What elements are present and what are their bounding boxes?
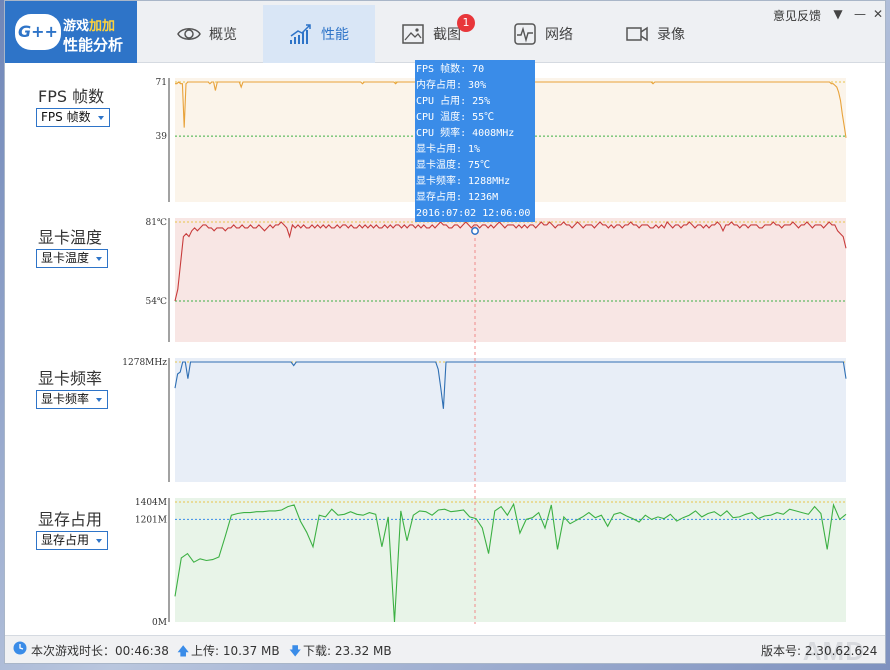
video-icon <box>626 26 648 42</box>
network-icon <box>514 23 536 45</box>
logo-title-b: 加加 <box>89 19 116 34</box>
tab-screenshot[interactable]: 截图 <box>375 5 487 63</box>
gpu-freq-plot-area <box>175 358 846 482</box>
tab-network[interactable]: 网络 <box>487 5 599 63</box>
tooltip-line: CPU 温度: 55℃ <box>416 112 495 123</box>
status-bar: 本次游戏时长：00:46:38 🡅 上传: 10.37 MB 🡇 下载: 23.… <box>5 635 885 666</box>
download-total: 下载: 23.32 MB <box>303 644 392 658</box>
logo-badge: G++ <box>15 14 61 50</box>
vram-tick-label: 1404M <box>135 498 167 508</box>
vram-plot-area <box>175 498 846 622</box>
upload-total: 上传: 10.37 MB <box>191 644 280 658</box>
download-arrow-icon: 🡇 <box>289 644 302 658</box>
logo-title-a: 游戏 <box>63 19 90 34</box>
version-number: 版本号: 2.30.62.624 <box>761 644 878 658</box>
tab-performance[interactable]: 性能 <box>263 5 375 63</box>
tooltip-line: 显卡频率: 1288MHz <box>416 176 511 187</box>
data-tooltip: FPS 帧数: 70 内存占用: 30% CPU 占用: 25% CPU 温度:… <box>415 60 535 222</box>
feedback-link[interactable]: 意见反馈 <box>773 7 821 24</box>
gpu-temp-plot-area <box>175 218 846 342</box>
tab-video-label: 录像 <box>657 27 685 43</box>
tab-screenshot-label: 截图 <box>433 27 461 43</box>
fps-tick-label: 39 <box>156 132 168 142</box>
tooltip-line: FPS 帧数: 70 <box>416 64 485 75</box>
tooltip-line: CPU 频率: 4008MHz <box>416 128 515 139</box>
clock-icon <box>13 641 27 658</box>
tooltip-line: CPU 占用: 25% <box>416 96 491 107</box>
menu-dropdown-icon[interactable]: ▼ <box>829 5 847 23</box>
app-logo: G++ 游戏加加 性能分析 <box>5 1 137 63</box>
logo-title: 游戏加加 <box>63 15 115 34</box>
minimize-icon[interactable]: — <box>851 5 869 23</box>
screenshot-icon <box>402 24 424 44</box>
crosshair-marker <box>471 227 479 235</box>
vram-tick-label: 0M <box>152 618 167 628</box>
gpu-freq-tick-label: 1278MHz <box>122 358 167 368</box>
gpu-temp-tick-label: 54℃ <box>145 297 167 307</box>
tooltip-line: 显存占用: 1236M <box>416 192 499 203</box>
tab-video[interactable]: 录像 <box>599 5 711 63</box>
eye-icon <box>177 28 201 40</box>
screenshot-count-badge: 1 <box>457 14 475 32</box>
tab-overview[interactable]: 概览 <box>151 5 263 63</box>
gpu-temp-tick-label: 81℃ <box>145 218 167 228</box>
fps-tick-label: 71 <box>156 78 167 88</box>
tab-network-label: 网络 <box>545 27 573 43</box>
tooltip-line: 显卡温度: 75℃ <box>416 160 491 171</box>
upload-arrow-icon: 🡅 <box>177 644 190 658</box>
performance-chart-icon <box>290 24 311 44</box>
close-icon[interactable]: ✕ <box>869 5 887 23</box>
tab-performance-label: 性能 <box>321 27 349 43</box>
tooltip-line: 2016:07:02 12:06:00 <box>416 208 531 219</box>
vram-tick-label: 1201M <box>135 515 167 525</box>
play-time: 本次游戏时长：00:46:38 <box>31 644 169 658</box>
tooltip-line: 内存占用: 30% <box>416 80 487 91</box>
header: G++ 游戏加加 性能分析 概览 性能 截图 1 网络 录像 意见反馈 ▼ — … <box>5 1 885 63</box>
logo-subtitle: 性能分析 <box>63 36 124 54</box>
app-window: G++ 游戏加加 性能分析 概览 性能 截图 1 网络 录像 意见反馈 ▼ — … <box>4 0 886 666</box>
tab-overview-label: 概览 <box>209 27 237 43</box>
tooltip-line: 显卡占用: 1% <box>416 144 481 155</box>
